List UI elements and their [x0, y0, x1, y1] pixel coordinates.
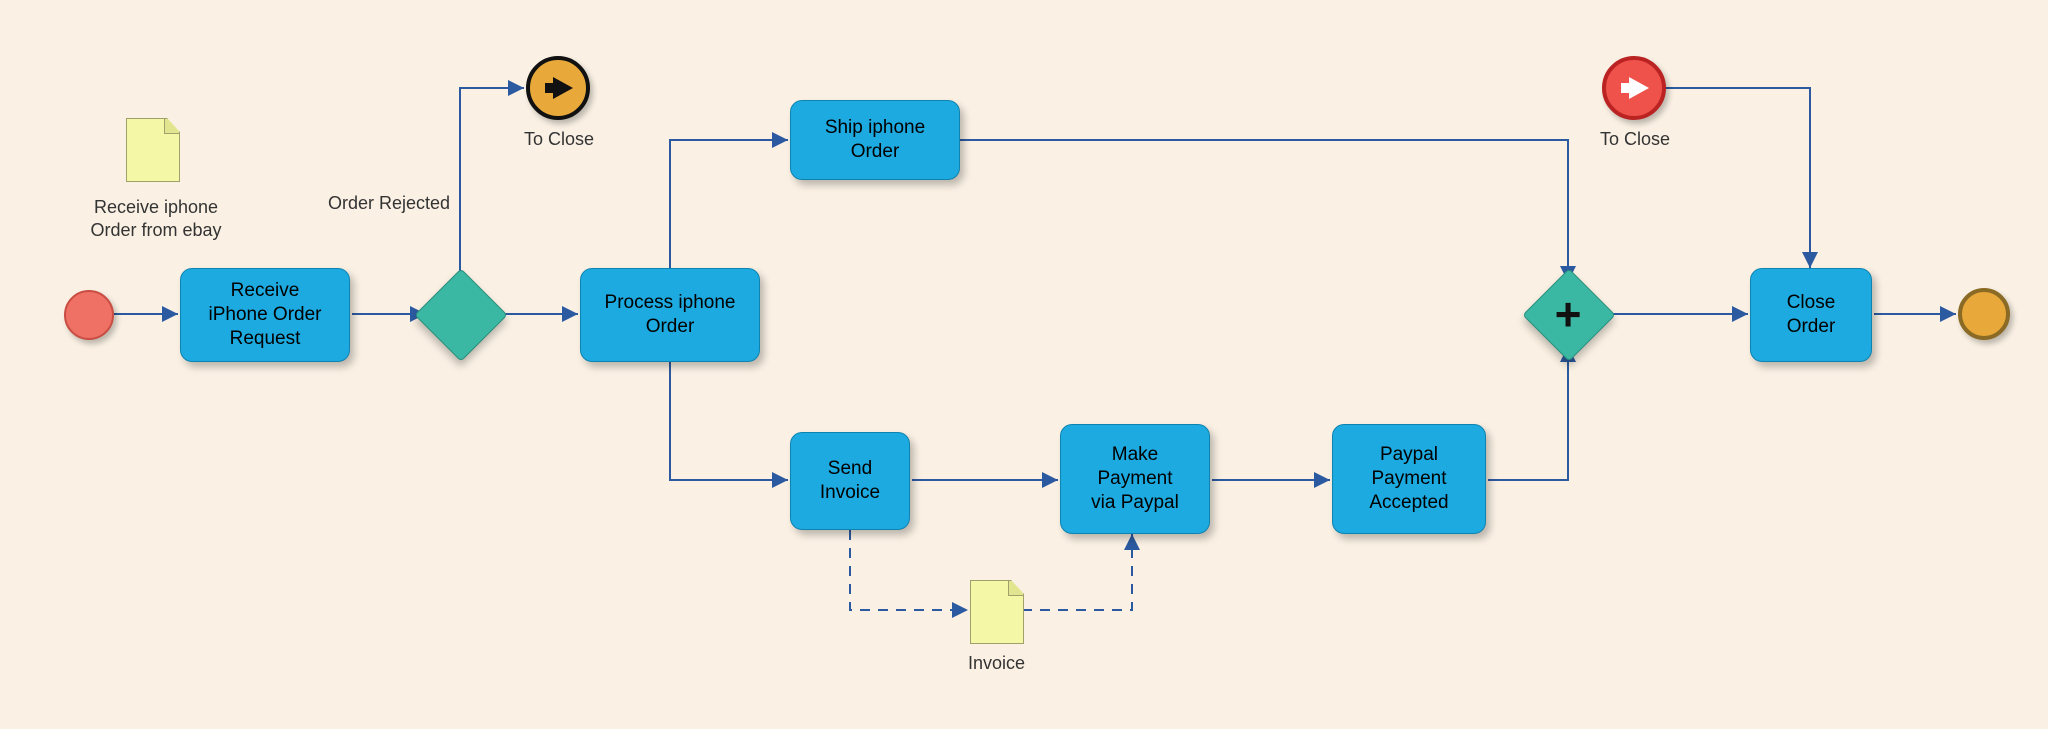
label-to-close-catch: To Close — [1600, 128, 1670, 151]
gateway-parallel-join: + — [1536, 282, 1600, 346]
task-process-order: Process iphone Order — [580, 268, 760, 362]
gateway-order-decision — [428, 282, 492, 346]
note-invoice-label: Invoice — [968, 652, 1025, 675]
task-label: Close Order — [1787, 291, 1836, 339]
end-event — [1958, 288, 2010, 340]
task-label: Paypal Payment Accepted — [1369, 443, 1448, 514]
task-label: Process iphone Order — [605, 291, 736, 339]
task-make-payment: Make Payment via Paypal — [1060, 424, 1210, 534]
arrow-icon — [1629, 77, 1649, 99]
task-label: Receive iPhone Order Request — [208, 279, 321, 350]
task-ship-order: Ship iphone Order — [790, 100, 960, 180]
task-send-invoice: Send Invoice — [790, 432, 910, 530]
link-throw-to-close — [526, 56, 590, 120]
arrow-icon — [553, 77, 573, 99]
task-label: Make Payment via Paypal — [1091, 443, 1179, 514]
task-label: Send Invoice — [820, 457, 880, 505]
task-close-order: Close Order — [1750, 268, 1872, 362]
label-to-close-throw: To Close — [524, 128, 594, 151]
task-label: Ship iphone Order — [825, 116, 925, 164]
task-receive-order: Receive iPhone Order Request — [180, 268, 350, 362]
note-receive-order — [126, 118, 180, 182]
start-event — [64, 290, 114, 340]
note-receive-label: Receive iphone Order from ebay — [76, 196, 236, 241]
task-payment-accepted: Paypal Payment Accepted — [1332, 424, 1486, 534]
flow-edges — [0, 0, 2048, 729]
link-catch-to-close — [1602, 56, 1666, 120]
label-order-rejected: Order Rejected — [328, 192, 450, 215]
note-invoice — [970, 580, 1024, 644]
